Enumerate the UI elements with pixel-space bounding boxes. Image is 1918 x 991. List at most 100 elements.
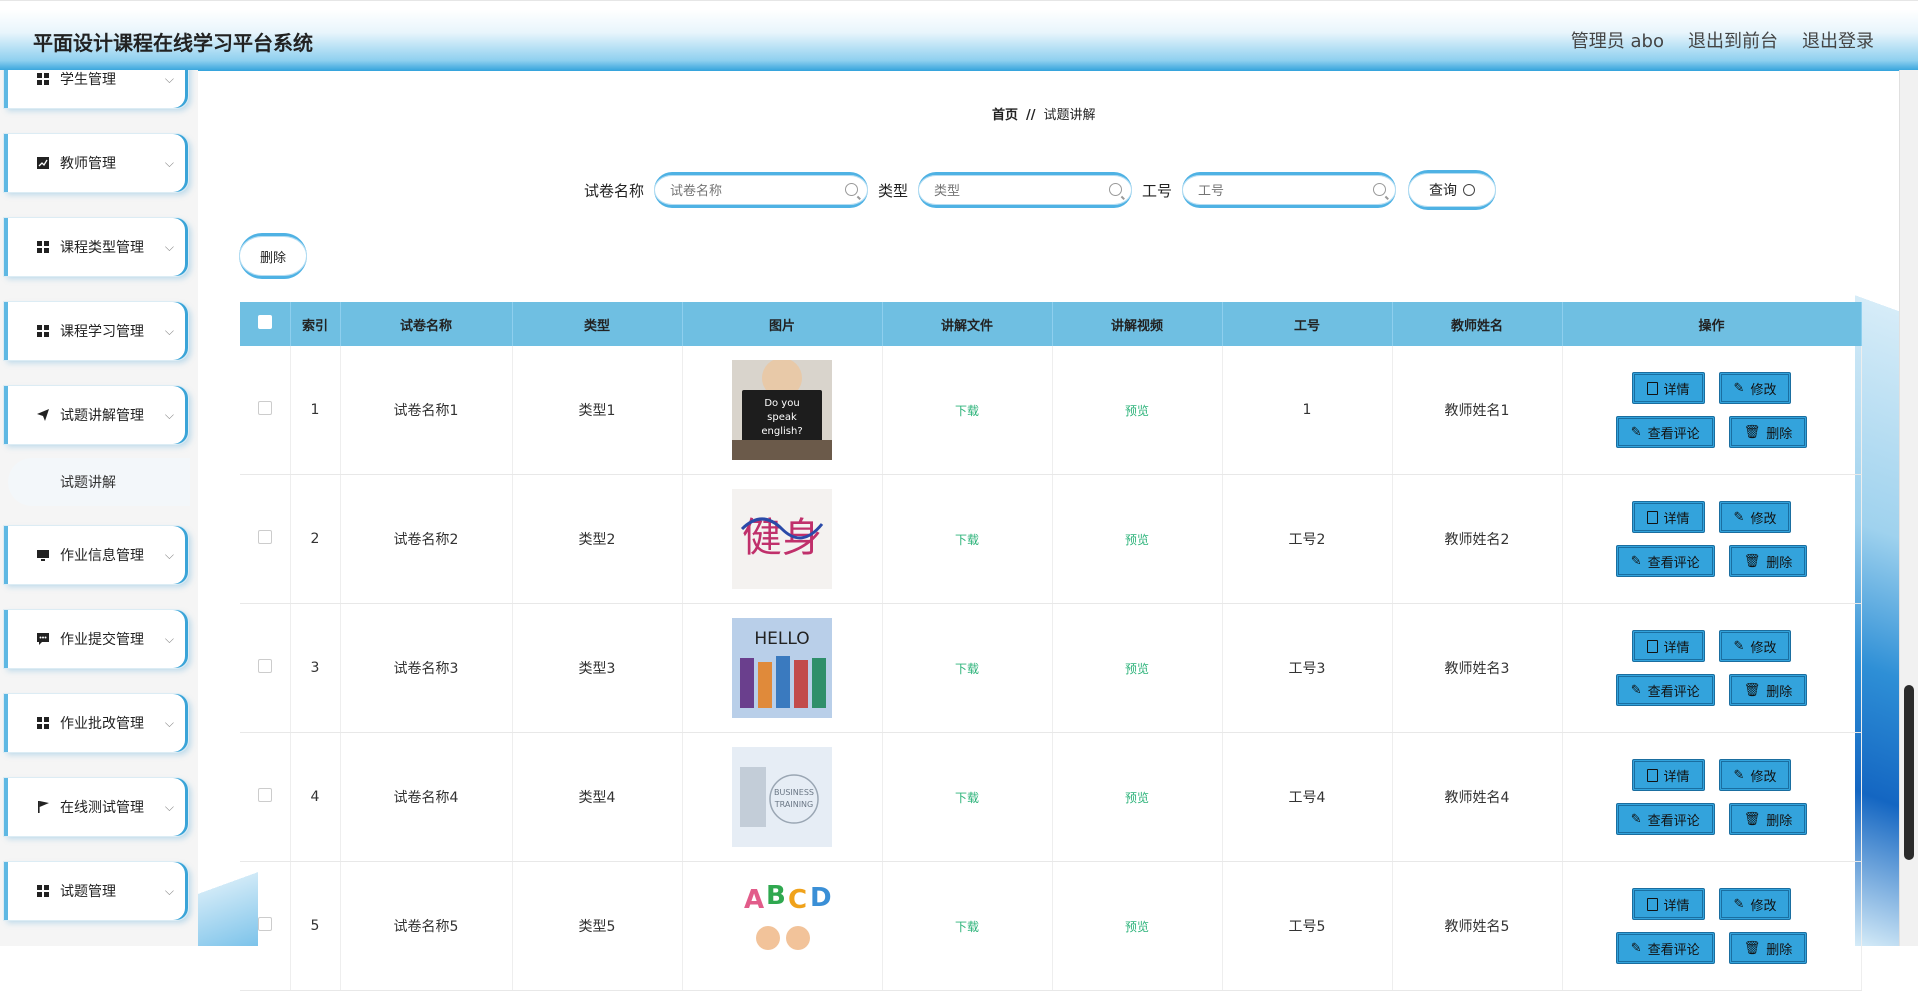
- table-row: 5 试卷名称5 类型5 A B C D 下载 预览 工号5 教师姓名5 详情 ✎…: [240, 861, 1862, 991]
- document-icon: [1646, 897, 1658, 911]
- detail-button[interactable]: 详情: [1631, 888, 1705, 920]
- sidebar-subitem-explain[interactable]: 试题讲解: [8, 458, 190, 506]
- exit-to-front-link[interactable]: 退出到前台: [1688, 27, 1778, 53]
- preview-link[interactable]: 预览: [1125, 920, 1149, 934]
- flag-icon: [36, 800, 50, 814]
- sidebar-item-homework-review[interactable]: 作业批改管理 ⌵: [4, 694, 188, 752]
- breadcrumb-home[interactable]: 首页: [992, 108, 1018, 123]
- preview-link[interactable]: 预览: [1125, 791, 1149, 805]
- thumbnail-image[interactable]: BUSINESS TRAINING: [732, 747, 832, 847]
- search-label-name: 试卷名称: [584, 181, 645, 200]
- query-button[interactable]: 查询: [1408, 170, 1497, 210]
- trash-icon: 🗑: [1743, 811, 1761, 827]
- delete-button[interactable]: 🗑 删除: [1728, 932, 1808, 964]
- vertical-scrollbar[interactable]: [1899, 70, 1918, 946]
- row-checkbox[interactable]: [257, 788, 272, 802]
- edit-button[interactable]: ✎ 修改: [1718, 501, 1792, 533]
- table-row: 3 试卷名称3 类型3 HELLO 下载 预览 工号3 教师姓名3 详情 ✎ 修…: [240, 603, 1862, 733]
- edit-button[interactable]: ✎ 修改: [1718, 888, 1792, 920]
- view-comments-button[interactable]: ✎ 查看评论: [1615, 545, 1715, 577]
- detail-button[interactable]: 详情: [1631, 630, 1705, 662]
- sidebar-item-homework-submit[interactable]: 作业提交管理 ⌵: [4, 610, 188, 668]
- select-all-cell[interactable]: [240, 302, 291, 346]
- select-all-checkbox[interactable]: [257, 315, 272, 329]
- comments-label: 查看评论: [1647, 813, 1700, 829]
- download-link[interactable]: 下载: [955, 533, 979, 547]
- sidebar-item-teacher[interactable]: 教师管理 ⌵: [4, 134, 188, 192]
- pen-icon: ✎: [1630, 940, 1642, 956]
- batch-delete-button[interactable]: 删除: [239, 233, 307, 279]
- view-comments-button[interactable]: ✎ 查看评论: [1615, 416, 1715, 448]
- delete-button[interactable]: 🗑 删除: [1728, 416, 1808, 448]
- search-field-type[interactable]: [918, 172, 1133, 208]
- cell-image: 健身: [682, 474, 883, 604]
- search-field-name[interactable]: [654, 172, 869, 208]
- search-input-no[interactable]: [1182, 175, 1371, 207]
- row-checkbox[interactable]: [257, 401, 272, 415]
- delete-button[interactable]: 🗑 删除: [1728, 803, 1808, 835]
- pen-icon: ✎: [1630, 553, 1642, 569]
- sidebar-item-questions[interactable]: 试题管理 ⌵: [4, 862, 188, 920]
- cell-name: 试卷名称2: [340, 474, 513, 604]
- download-link[interactable]: 下载: [955, 404, 979, 418]
- thumbnail-image[interactable]: 健身: [732, 489, 832, 589]
- delete-button[interactable]: 🗑 删除: [1728, 545, 1808, 577]
- sidebar-item-explain[interactable]: 试题讲解管理 ⌵: [4, 386, 188, 444]
- download-link[interactable]: 下载: [955, 920, 979, 934]
- chevron-down-icon: ⌵: [164, 407, 174, 422]
- sidebar-item-student[interactable]: 学生管理 ⌵: [4, 70, 188, 108]
- search-bar: 试卷名称 类型 工号 查询: [584, 170, 1497, 210]
- search-field-no[interactable]: [1182, 172, 1397, 208]
- batch-delete-label: 删除: [259, 250, 286, 266]
- table-header-row: 索引 试卷名称 类型 图片 讲解文件 讲解视频 工号 教师姓名 操作: [240, 302, 1862, 346]
- detail-label: 详情: [1663, 511, 1690, 527]
- row-checkbox[interactable]: [257, 659, 272, 673]
- chevron-down-icon: ⌵: [164, 631, 174, 646]
- search-input-type[interactable]: [918, 175, 1107, 207]
- sidebar-item-course-type[interactable]: 课程类型管理 ⌵: [4, 218, 188, 276]
- query-button-label: 查询: [1429, 183, 1458, 199]
- thumbnail-image[interactable]: A B C D: [732, 876, 832, 976]
- detail-button[interactable]: 详情: [1631, 372, 1705, 404]
- delete-button[interactable]: 🗑 删除: [1728, 674, 1808, 706]
- download-link[interactable]: 下载: [955, 791, 979, 805]
- thumbnail-image[interactable]: Do you speak english?: [732, 360, 832, 460]
- cell-type: 类型3: [512, 603, 683, 733]
- cell-no: 工号3: [1222, 603, 1393, 733]
- sidebar-item-online-test[interactable]: 在线测试管理 ⌵: [4, 778, 188, 836]
- sidebar-item-label: 在线测试管理: [60, 800, 144, 816]
- row-checkbox[interactable]: [257, 917, 272, 931]
- view-comments-button[interactable]: ✎ 查看评论: [1615, 932, 1715, 964]
- preview-link[interactable]: 预览: [1125, 404, 1149, 418]
- sidebar-item-homework-info[interactable]: 作业信息管理 ⌵: [4, 526, 188, 584]
- download-link[interactable]: 下载: [955, 662, 979, 676]
- comments-label: 查看评论: [1647, 684, 1700, 700]
- preview-link[interactable]: 预览: [1125, 533, 1149, 547]
- sidebar-item-course-study[interactable]: 课程学习管理 ⌵: [4, 302, 188, 360]
- search-icon: [1373, 183, 1387, 196]
- send-icon: [36, 408, 50, 422]
- column-header: 图片: [682, 302, 883, 346]
- edit-button[interactable]: ✎ 修改: [1718, 630, 1792, 662]
- detail-button[interactable]: 详情: [1631, 501, 1705, 533]
- cell-index: 5: [290, 861, 341, 991]
- edit-button[interactable]: ✎ 修改: [1718, 372, 1792, 404]
- sidebar-item-label: 学生管理: [60, 72, 116, 88]
- search-input-name[interactable]: [654, 175, 843, 207]
- preview-link[interactable]: 预览: [1125, 662, 1149, 676]
- grid-icon: [36, 884, 50, 898]
- trash-icon: 🗑: [1743, 553, 1761, 569]
- thumbnail-image[interactable]: HELLO: [732, 618, 832, 718]
- logout-link[interactable]: 退出登录: [1802, 27, 1874, 53]
- view-comments-button[interactable]: ✎ 查看评论: [1615, 803, 1715, 835]
- view-comments-button[interactable]: ✎ 查看评论: [1615, 674, 1715, 706]
- breadcrumb: 首页 // 试题讲解: [992, 104, 1096, 123]
- chevron-down-icon: ⌵: [164, 715, 174, 730]
- comments-label: 查看评论: [1647, 426, 1700, 442]
- cell-no: 1: [1222, 346, 1393, 475]
- edit-label: 修改: [1750, 640, 1777, 656]
- detail-button[interactable]: 详情: [1631, 759, 1705, 791]
- scrollbar-thumb[interactable]: [1904, 685, 1914, 860]
- row-checkbox[interactable]: [257, 530, 272, 544]
- edit-button[interactable]: ✎ 修改: [1718, 759, 1792, 791]
